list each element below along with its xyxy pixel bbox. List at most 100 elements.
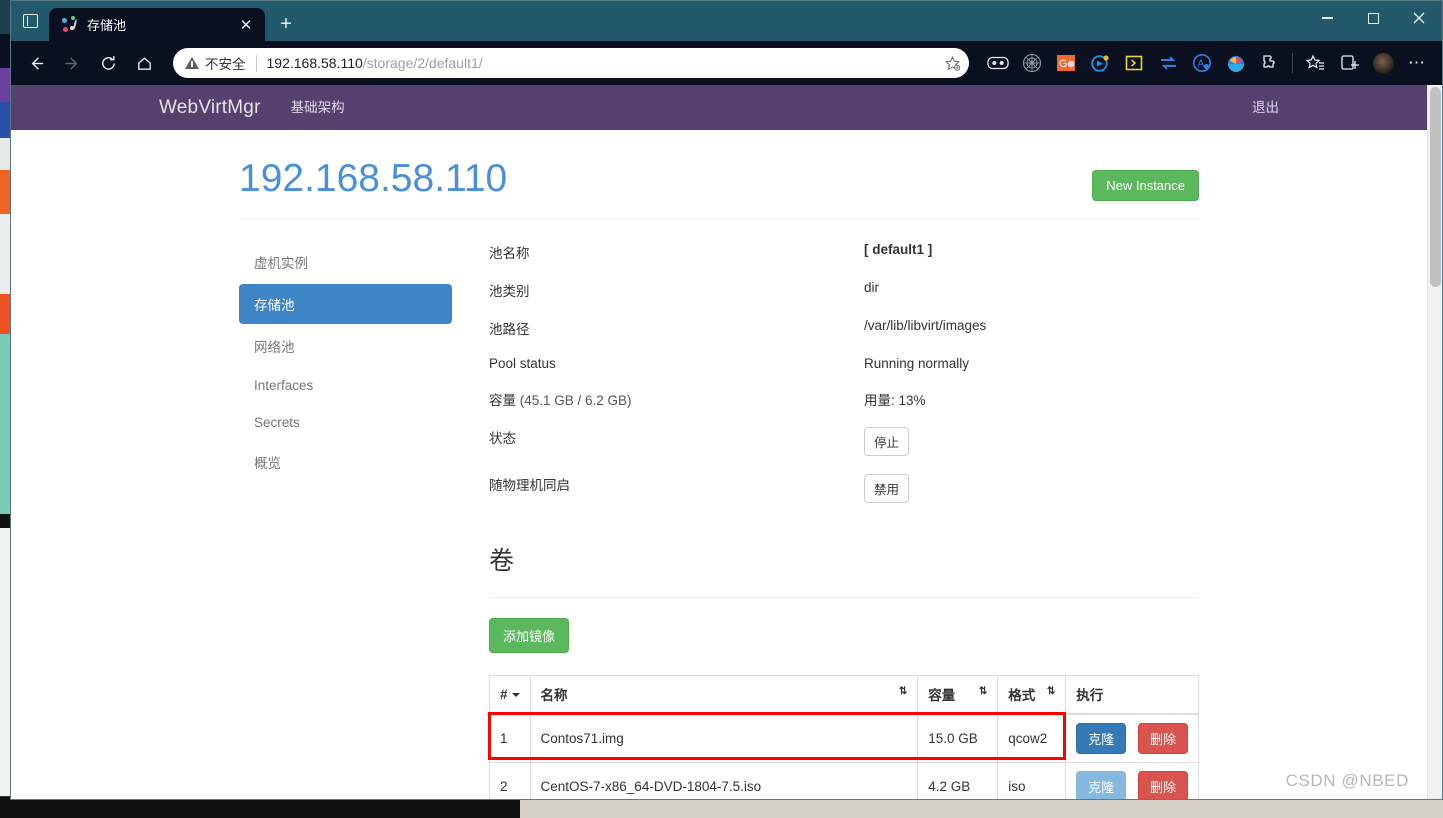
cell-actions: 克隆 删除 — [1065, 713, 1199, 763]
nav-infrastructure[interactable]: 基础架构 — [276, 85, 360, 130]
url-text: 192.168.58.110/storage/2/default1/ — [267, 55, 483, 71]
url-path: /storage/2/default1/ — [362, 55, 483, 71]
minimize-button[interactable] — [1304, 1, 1350, 35]
detail-row-pool-path: 池路径 /var/lib/libvirt/images — [489, 318, 1199, 338]
pool-name-value: [ default1 ] — [864, 242, 933, 257]
not-secure-warning-icon — [185, 57, 199, 69]
col-header-capacity[interactable]: 容量 ⇅ — [917, 675, 999, 715]
delete-volume-button[interactable]: 删除 — [1137, 722, 1188, 754]
page-scrollbar[interactable] — [1427, 85, 1442, 799]
capacity-sublabel: (45.1 GB / 6.2 GB) — [516, 393, 632, 408]
page-header: 192.168.58.110 New Instance — [239, 157, 1199, 220]
col-header-format-label: 格式 — [1008, 688, 1036, 704]
col-header-actions-label: 执行 — [1076, 688, 1104, 704]
color-extension-icon[interactable] — [1219, 46, 1253, 80]
cell-name: CentOS-7-x86_64-DVD-1804-7.5.iso — [529, 761, 919, 799]
pool-detail-panel: 池名称 [ default1 ] 池类别 dir 池路径 /var/lib/li… — [452, 242, 1199, 799]
cell-capacity: 4.2 GB — [917, 761, 999, 799]
disable-autostart-button[interactable]: 禁用 — [864, 474, 910, 503]
security-label: 不安全 — [205, 57, 246, 72]
detail-label: Pool status — [489, 356, 556, 371]
scrollbar-thumb[interactable] — [1430, 87, 1441, 287]
svg-text:G: G — [1059, 58, 1068, 70]
toolbar-divider — [1292, 53, 1293, 73]
browser-window: 存储池 ✕ + 不安全 192.168.58.110/storage/2/def… — [10, 0, 1443, 800]
new-tab-button[interactable]: + — [271, 9, 301, 39]
add-favorite-icon[interactable] — [944, 55, 961, 72]
detail-value: Running normally — [864, 356, 970, 371]
home-button[interactable] — [127, 46, 161, 80]
detail-row-pool-status: Pool status Running normally — [489, 356, 1199, 371]
volumes-table-body: 1 Contos71.img 15.0 GB qcow2 克隆 删除 2 Cen… — [489, 713, 1199, 799]
sort-icon: ⇅ — [898, 686, 908, 698]
favorites-star-icon[interactable] — [1298, 46, 1332, 80]
sidebar-nav: 虚机实例 存储池 网络池 Interfaces Secrets 概览 — [239, 242, 452, 799]
cell-name: Contos71.img — [529, 713, 919, 763]
detail-row-pool-name: 池名称 [ default1 ] — [489, 242, 1199, 262]
tab-close-icon[interactable]: ✕ — [235, 14, 257, 36]
cell-actions: 克隆 删除 — [1065, 761, 1199, 799]
nav-logout[interactable]: 退出 — [1237, 85, 1294, 130]
browser-tab[interactable]: 存储池 ✕ — [49, 8, 265, 41]
detail-label: 容量 (45.1 GB / 6.2 GB) — [489, 389, 864, 409]
volumes-table-head: # 名称 ⇅ 容量 ⇅ 格式 ⇅ 执行 — [489, 675, 1199, 715]
detail-label: 池名称 — [489, 246, 530, 261]
detail-label: 池路径 — [489, 322, 530, 337]
settings-more-icon[interactable]: ⋯ — [1400, 46, 1434, 80]
tab-search-icon[interactable] — [11, 1, 49, 41]
volumes-divider — [489, 597, 1199, 598]
sidebar-item-instances[interactable]: 虚机实例 — [239, 242, 452, 282]
tab-favicon — [62, 16, 79, 33]
grammar-extension-icon[interactable]: G — [1049, 46, 1083, 80]
collections-icon[interactable] — [1332, 46, 1366, 80]
detail-label: 池类别 — [489, 284, 530, 299]
sidebar-item-interfaces[interactable]: Interfaces — [239, 368, 452, 403]
app-navbar: WebVirtMgr 基础架构 退出 — [11, 85, 1427, 130]
content-row: 虚机实例 存储池 网络池 Interfaces Secrets 概览 池名称 [… — [239, 242, 1199, 799]
detail-row-pool-type: 池类别 dir — [489, 280, 1199, 300]
sidebar-item-secrets[interactable]: Secrets — [239, 405, 452, 440]
sidebar-item-storage[interactable]: 存储池 — [239, 284, 452, 324]
col-header-name[interactable]: 名称 ⇅ — [529, 675, 919, 715]
tab-title: 存储池 — [87, 18, 127, 33]
reload-button[interactable] — [91, 46, 125, 80]
goggles-extension-icon[interactable] — [981, 46, 1015, 80]
add-image-button[interactable]: 添加镜像 — [489, 618, 570, 653]
stop-pool-button[interactable]: 停止 — [864, 427, 910, 456]
page-container: 192.168.58.110 New Instance 虚机实例 存储池 网络池… — [239, 130, 1199, 799]
sync-extension-icon[interactable] — [1151, 46, 1185, 80]
new-instance-button[interactable]: New Instance — [1092, 170, 1199, 201]
sidebar-item-overview[interactable]: 概览 — [239, 442, 452, 482]
app-brand[interactable]: WebVirtMgr — [144, 97, 276, 119]
close-window-button[interactable] — [1396, 1, 1442, 35]
detail-value: [ default1 ] — [864, 242, 1199, 262]
sort-desc-icon — [511, 693, 520, 698]
omnibox-divider — [255, 54, 257, 72]
spiderweb-extension-icon[interactable] — [1015, 46, 1049, 80]
cell-capacity: 15.0 GB — [917, 713, 999, 763]
cell-num: 2 — [489, 761, 531, 799]
back-button[interactable] — [19, 46, 53, 80]
sidebar-item-network[interactable]: 网络池 — [239, 326, 452, 366]
clone-volume-button[interactable]: 克隆 — [1076, 770, 1127, 799]
clock-extension-icon[interactable] — [1083, 46, 1117, 80]
delete-volume-button[interactable]: 删除 — [1137, 770, 1188, 799]
col-header-format[interactable]: 格式 ⇅ — [997, 675, 1067, 715]
page-viewport: WebVirtMgr 基础架构 退出 192.168.58.110 New In… — [11, 85, 1442, 799]
window-controls — [1304, 1, 1442, 41]
forward-button[interactable] — [55, 46, 89, 80]
address-bar[interactable]: 不安全 192.168.58.110/storage/2/default1/ — [173, 48, 969, 78]
puzzle-extensions-icon[interactable] — [1253, 46, 1287, 80]
col-header-name-label: 名称 — [540, 688, 568, 704]
adblock-extension-icon[interactable]: A — [1185, 46, 1219, 80]
web-page: WebVirtMgr 基础架构 退出 192.168.58.110 New In… — [11, 85, 1427, 799]
detail-row-capacity: 容量 (45.1 GB / 6.2 GB) 用量: 13% — [489, 389, 1199, 409]
maximize-button[interactable] — [1350, 1, 1396, 35]
profile-avatar[interactable] — [1366, 46, 1400, 80]
console-extension-icon[interactable] — [1117, 46, 1151, 80]
detail-value: dir — [864, 280, 880, 295]
clone-volume-button[interactable]: 克隆 — [1076, 722, 1127, 754]
browser-toolbar: 不安全 192.168.58.110/storage/2/default1/ G — [11, 41, 1442, 85]
detail-label: 随物理机同启 — [489, 478, 570, 493]
col-header-num[interactable]: # — [489, 675, 531, 715]
